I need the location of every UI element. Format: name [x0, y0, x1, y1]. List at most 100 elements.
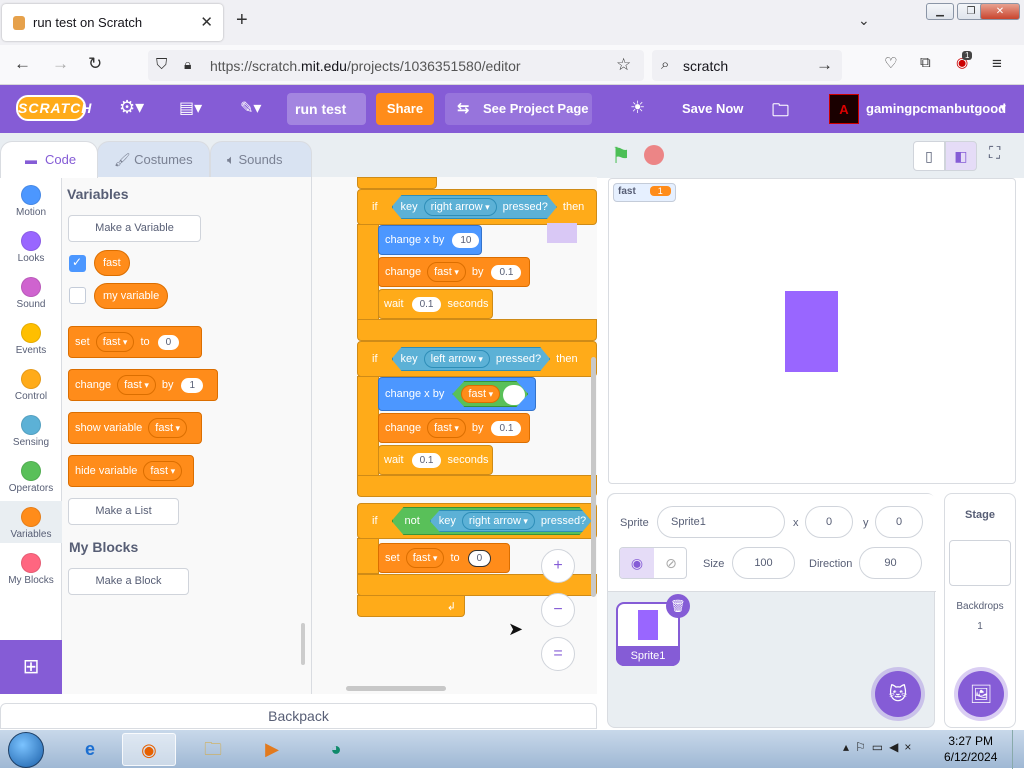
list-tabs-chevron-icon[interactable]: ⌄ [858, 12, 870, 29]
shield-icon[interactable]: ⛉ [156, 56, 167, 73]
internet-explorer-icon[interactable]: e [63, 733, 117, 766]
value-input[interactable]: 0 [157, 334, 180, 350]
hamburger-menu-icon[interactable]: ≡ [992, 54, 1002, 74]
media-player-icon[interactable]: ▶ [245, 733, 299, 766]
hide-eye-slash-icon[interactable]: ⊘ [654, 548, 686, 578]
workspace-vertical-scrollbar[interactable] [591, 357, 596, 597]
firefox-icon[interactable]: ◉ [122, 733, 176, 766]
variable-monitor-fast[interactable]: fast 1 [613, 183, 676, 202]
forever-block-bottom[interactable]: ↲ [357, 595, 465, 617]
zoom-in-button[interactable]: + [541, 549, 575, 583]
category-sound[interactable]: Sound [0, 277, 62, 310]
file-menu-icon[interactable]: ▤▾ [179, 98, 202, 118]
change-variable-block[interactable]: change fast by 1 [68, 369, 218, 401]
value-input[interactable]: 0.1 [411, 296, 442, 312]
value-input[interactable]: 0 [467, 549, 492, 567]
choose-sprite-cat-icon[interactable]: 🐱︎ [875, 671, 921, 717]
choose-backdrop-icon[interactable]: 🖼︎ [958, 671, 1004, 717]
share-button[interactable]: Share [376, 93, 434, 125]
user-avatar[interactable]: A [829, 94, 859, 124]
value-input[interactable]: 10 [452, 232, 480, 248]
key-dropdown[interactable]: right arrow [462, 512, 535, 530]
variable-dropdown[interactable]: fast [148, 418, 188, 438]
change-x-by-block[interactable]: change x by 10 [378, 225, 482, 255]
variable-dropdown[interactable]: fast [143, 461, 183, 481]
value-input[interactable]: 0.1 [491, 264, 522, 280]
key-pressed-block-right[interactable]: key right arrow pressed? [392, 195, 557, 219]
change-fast-block[interactable]: change fast by 0.1 [378, 257, 530, 287]
category-sensing[interactable]: Sensing [0, 415, 62, 448]
if-block-right-arrow[interactable]: if key right arrow pressed? then [357, 189, 597, 225]
minimize-button[interactable]: ▁ [926, 3, 954, 20]
variable-dropdown[interactable]: fast [427, 418, 466, 438]
address-bar[interactable]: ⛉ 🔒︎ https://scratch.mit.edu/projects/10… [148, 50, 644, 81]
value-input[interactable]: 1 [181, 377, 204, 393]
tab-costumes[interactable]: 🖌︎ Costumes [97, 141, 210, 178]
close-tab-icon[interactable]: ✕ [200, 13, 213, 31]
project-title-input[interactable]: run test [287, 93, 366, 125]
search-bar[interactable]: ⌕ scratch → [652, 50, 842, 81]
if-block-left-arrow[interactable]: if key left arrow pressed? then [357, 341, 597, 377]
category-operators[interactable]: Operators [0, 461, 62, 494]
change-fast-block[interactable]: change fast by 0.1 [378, 413, 530, 443]
forever-block-top[interactable] [357, 177, 437, 189]
make-list-button[interactable]: Make a List [68, 498, 179, 525]
small-stage-button[interactable]: ▯ [913, 141, 945, 171]
taskbar-clock[interactable]: 3:27 PM 6/12/2024 [944, 733, 997, 765]
windows-start-icon[interactable] [8, 732, 44, 768]
save-now-button[interactable]: Save Now [682, 101, 743, 116]
set-variable-block[interactable]: set fast to 0 [68, 326, 202, 358]
lock-icon[interactable]: 🔒︎ [184, 56, 191, 73]
value-input[interactable] [503, 385, 525, 405]
zoom-reset-button[interactable]: = [541, 637, 575, 671]
wait-block[interactable]: wait 0.1 seconds [378, 289, 493, 319]
search-go-arrow-icon[interactable]: → [816, 55, 833, 75]
green-flag-icon[interactable]: ⚑ [611, 143, 631, 169]
show-eye-icon[interactable]: ◉ [620, 548, 654, 578]
large-stage-button[interactable]: ◧ [945, 141, 977, 171]
file-explorer-icon[interactable]: 🗀 [186, 733, 240, 766]
fullscreen-icon[interactable]: ⛶ [989, 145, 1000, 163]
variable-dropdown[interactable]: fast [405, 548, 445, 568]
sprite-name-input[interactable]: Sprite1 [657, 506, 785, 538]
variable-dropdown[interactable]: fast [117, 375, 156, 395]
sprite-thumbnail-sprite1[interactable]: 🗑︎ Sprite1 [616, 594, 690, 666]
add-extension-button[interactable]: ⊞ [0, 640, 62, 694]
workspace-horizontal-scrollbar[interactable] [346, 686, 446, 691]
account-chevron-down-icon[interactable]: ▼ [998, 103, 1008, 114]
stop-sign-icon[interactable] [644, 145, 664, 165]
subtract-operator-block[interactable]: fast - [452, 381, 528, 407]
category-looks[interactable]: Looks [0, 231, 62, 264]
variable-dropdown[interactable]: fast [95, 332, 135, 352]
hide-variable-block[interactable]: hide variable fast [68, 455, 194, 487]
category-control[interactable]: Control [0, 369, 62, 402]
my-variable-monitor-checkbox[interactable] [69, 287, 86, 304]
change-x-by-block[interactable]: change x by fast - [378, 377, 536, 411]
pocket-icon[interactable]: ♡ [884, 54, 897, 72]
key-pressed-block-left[interactable]: key left arrow pressed? [392, 347, 551, 371]
value-input[interactable]: 0.1 [491, 420, 522, 436]
category-my-blocks[interactable]: My Blocks [0, 553, 62, 586]
key-dropdown[interactable]: right arrow [424, 198, 497, 216]
theme-lightbulb-icon[interactable]: ☀ [630, 98, 645, 118]
variable-reporter-my-variable[interactable]: my variable [94, 283, 169, 309]
backdrop-thumbnail[interactable] [949, 540, 1011, 586]
backpack-panel[interactable]: Backpack [0, 703, 597, 729]
stage-selector-pane[interactable]: Stage Backdrops 1 🖼︎ [944, 493, 1016, 728]
system-tray-icons[interactable]: ▴⚐▭◀× [843, 740, 917, 754]
if-block-not-right[interactable]: if not key right arrow pressed? [357, 503, 597, 539]
sprite1-on-stage[interactable] [785, 291, 838, 372]
category-events[interactable]: Events [0, 323, 62, 356]
reload-icon[interactable]: ↻ [88, 54, 102, 74]
stage-canvas[interactable]: fast 1 [608, 178, 1016, 484]
script-workspace[interactable]: if key right arrow pressed? then change … [312, 177, 597, 694]
make-block-button[interactable]: Make a Block [68, 568, 189, 595]
window-close-button[interactable]: ✕ [980, 3, 1020, 20]
zoom-out-button[interactable]: − [541, 593, 575, 627]
tab-sounds[interactable]: 🔈︎ Sounds [210, 141, 312, 178]
my-stuff-folder-icon[interactable]: 🗀 [772, 98, 789, 127]
tab-code[interactable]: ▬ Code [0, 141, 98, 178]
variable-reporter[interactable]: fast [461, 385, 500, 403]
not-operator-block[interactable]: not key right arrow pressed? [392, 507, 592, 535]
variable-dropdown[interactable]: fast [427, 262, 466, 282]
